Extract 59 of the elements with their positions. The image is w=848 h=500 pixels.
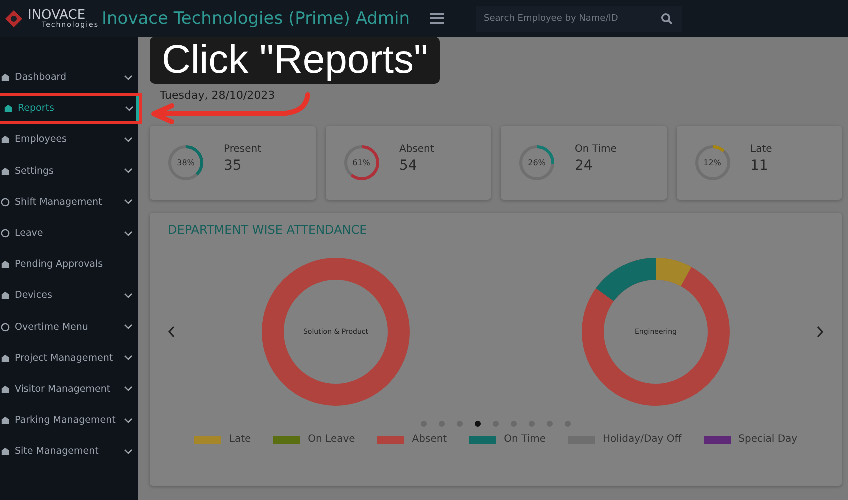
- stat-value: 24: [575, 158, 594, 174]
- chevron-down-icon: [124, 292, 133, 299]
- sidebar-item[interactable]: Overtime Menu: [0, 312, 138, 343]
- stat-label: Late: [750, 144, 772, 155]
- legend-label: Late: [229, 434, 252, 445]
- percent-text: 61%: [352, 158, 370, 168]
- app-title: Inovace Technologies (Prime) Admin: [102, 8, 410, 28]
- caption-overlay: Click "Reports": [150, 37, 440, 84]
- percent-text: 12%: [704, 158, 722, 168]
- chevron-down-icon: [124, 230, 133, 237]
- chevron-down-icon: [124, 418, 133, 424]
- chevron-down-icon: [124, 386, 133, 392]
- sidebar-item[interactable]: Employees: [0, 124, 138, 156]
- house-icon: [1, 73, 10, 82]
- chevron-down-icon: [125, 106, 134, 112]
- chevron-down-icon: [124, 448, 133, 455]
- legend-label: Absent: [412, 434, 448, 445]
- search-field[interactable]: Search Employee by Name/ID: [476, 6, 682, 32]
- brand-name: INOVACE: [28, 8, 86, 22]
- sidebar-item[interactable]: Dashboard: [0, 62, 138, 94]
- chevron-down-icon: [124, 74, 133, 81]
- stat-label: Absent: [400, 144, 434, 155]
- stat-label: Present: [224, 144, 262, 155]
- progress-ring: [342, 143, 382, 183]
- percent-text: 38%: [177, 158, 195, 168]
- legend-label: Special Day: [738, 434, 798, 445]
- percent-text: 26%: [528, 158, 546, 168]
- sidebar-item[interactable]: Shift Management: [0, 186, 138, 218]
- chevron-down-icon: [124, 136, 133, 143]
- sidebar-item[interactable]: Devices: [0, 280, 138, 312]
- chevron-right-icon[interactable]: [816, 326, 824, 338]
- menu-icon[interactable]: [430, 13, 444, 24]
- chevron-down-icon: [124, 199, 133, 206]
- sidebar-item[interactable]: Project Management: [0, 342, 138, 374]
- chevron-down-icon: [124, 355, 133, 362]
- carousel-dot[interactable]: [475, 421, 481, 427]
- sidebar-item[interactable]: Site Management: [0, 436, 138, 468]
- legend-label: On Leave: [308, 434, 356, 445]
- progress-ring: [692, 143, 732, 183]
- legend-label: On Time: [504, 434, 546, 445]
- sidebar-item[interactable]: Pending Approvals: [0, 249, 138, 280]
- stat-value: 35: [224, 158, 243, 174]
- chevron-left-icon[interactable]: [168, 326, 176, 338]
- panel-title: DEPARTMENT WISE ATTENDANCE: [167, 222, 368, 239]
- legend-label: Holiday/Day Off: [602, 434, 682, 445]
- progress-ring: [166, 143, 206, 183]
- stat-label: On Time: [575, 144, 617, 155]
- chevron-down-icon: [124, 324, 133, 330]
- stat-value: 54: [400, 158, 418, 174]
- stat-value: 11: [750, 158, 770, 174]
- date-text: Tuesday, 28/10/2023: [160, 89, 276, 103]
- chevron-down-icon: [124, 168, 133, 174]
- sidebar-item[interactable]: Settings: [0, 156, 138, 187]
- sidebar-item[interactable]: Reports: [0, 93, 142, 124]
- sidebar-item[interactable]: Parking Management: [0, 405, 138, 436]
- search-icon[interactable]: [661, 12, 674, 24]
- sidebar-item[interactable]: Visitor Management: [0, 374, 138, 406]
- sidebar-item[interactable]: Leave: [0, 218, 138, 250]
- progress-ring: [517, 143, 557, 183]
